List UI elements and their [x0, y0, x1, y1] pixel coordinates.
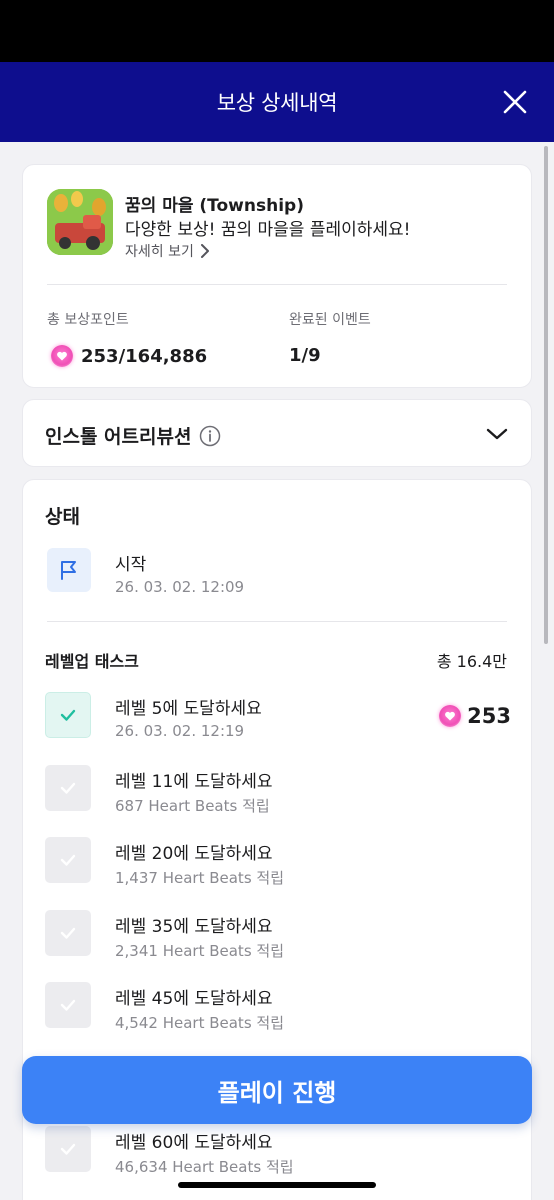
start-label: 시작 [115, 555, 147, 575]
total-points-text: 253/164,886 [81, 345, 208, 367]
task-title: 레벨 35에 도달하세요 [115, 917, 273, 937]
task-section-title: 레벨업 태스크 [45, 652, 139, 671]
task-check [45, 982, 91, 1028]
task-item: 레벨 11에 도달하세요 687 Heart Beats 적립 [45, 765, 511, 821]
township-logo-icon [47, 189, 113, 255]
page-title: 보상 상세내역 [216, 91, 338, 115]
task-subtitle: 687 Heart Beats 적립 [115, 797, 270, 815]
check-icon [60, 927, 76, 939]
task-subtitle: 26. 03. 02. 12:19 [115, 722, 245, 740]
flag-icon [61, 561, 76, 580]
task-subtitle: 2,341 Heart Beats 적립 [115, 942, 285, 960]
completed-events-label: 완료된 이벤트 [289, 312, 371, 328]
heart-icon [51, 345, 73, 367]
app-name: 꿈의 마을 (Township) [125, 196, 304, 216]
close-icon [503, 90, 527, 114]
home-indicator[interactable] [178, 1182, 376, 1188]
app-description: 다양한 보상! 꿈의 마을을 플레이하세요! [125, 220, 411, 240]
task-title: 레벨 20에 도달하세요 [115, 844, 273, 864]
task-item: 레벨 20에 도달하세요 1,437 Heart Beats 적립 [45, 837, 511, 893]
check-icon [60, 709, 76, 721]
task-title: 레벨 5에 도달하세요 [115, 699, 262, 719]
task-item: 레벨 60에 도달하세요 46,634 Heart Beats 적립 [45, 1126, 511, 1182]
task-check [45, 837, 91, 883]
task-subtitle: 1,437 Heart Beats 적립 [115, 869, 285, 887]
task-check [45, 692, 91, 738]
status-title: 상태 [45, 506, 80, 528]
check-icon [60, 782, 76, 794]
total-points-label: 총 보상포인트 [47, 312, 129, 328]
task-reward-value: 253 [467, 704, 511, 728]
check-icon [60, 854, 76, 866]
close-button[interactable] [502, 89, 528, 115]
detail-link-label: 자세히 보기 [125, 244, 194, 260]
chevron-right-icon [200, 244, 209, 258]
attribution-card[interactable]: 인스톨 어트리뷰션 [22, 399, 532, 467]
app-info-card: 꿈의 마을 (Township) 다양한 보상! 꿈의 마을을 플레이하세요! … [22, 164, 532, 388]
attribution-title-row: 인스톨 어트리뷰션 [45, 422, 221, 449]
task-subtitle: 46,634 Heart Beats 적립 [115, 1158, 294, 1176]
task-item: 레벨 35에 도달하세요 2,341 Heart Beats 적립 [45, 910, 511, 966]
task-check [45, 1126, 91, 1172]
app-icon[interactable] [47, 189, 113, 255]
start-time: 26. 03. 02. 12:09 [115, 578, 245, 596]
task-title: 레벨 11에 도달하세요 [115, 772, 273, 792]
attribution-title: 인스톨 어트리뷰션 [45, 426, 192, 448]
heart-icon [439, 705, 462, 727]
divider [47, 284, 507, 285]
scrollbar[interactable] [544, 146, 548, 644]
detail-link[interactable]: 자세히 보기 [125, 241, 210, 261]
task-check [45, 765, 91, 811]
total-points-value: 253/164,886 [51, 345, 207, 367]
info-icon[interactable] [199, 425, 221, 447]
task-item: 레벨 45에 도달하세요 4,542 Heart Beats 적립 [45, 982, 511, 1038]
task-check [45, 910, 91, 956]
start-flag [47, 548, 91, 592]
divider [47, 621, 507, 622]
chevron-down-icon[interactable] [485, 422, 509, 446]
check-icon [60, 1143, 76, 1155]
check-icon [60, 999, 76, 1011]
task-title: 레벨 45에 도달하세요 [115, 989, 273, 1009]
task-title: 레벨 60에 도달하세요 [115, 1133, 273, 1153]
header: 보상 상세내역 [0, 62, 554, 142]
task-item: 레벨 5에 도달하세요 26. 03. 02. 12:19 253 [45, 692, 511, 748]
task-total: 총 16.4만 [436, 652, 507, 671]
task-reward: 253 [439, 704, 511, 728]
task-subtitle: 4,542 Heart Beats 적립 [115, 1014, 285, 1032]
status-bar [0, 0, 554, 62]
play-button[interactable]: 플레이 진행 [22, 1056, 532, 1124]
completed-events-value: 1/9 [289, 345, 321, 366]
